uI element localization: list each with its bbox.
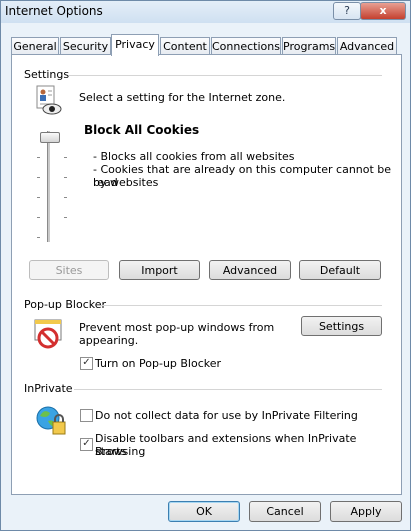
slider-tick bbox=[64, 197, 67, 198]
privacy-level-title: Block All Cookies bbox=[84, 123, 200, 137]
zone-prompt: Select a setting for the Internet zone. bbox=[79, 91, 286, 104]
tab-advanced[interactable]: Advanced bbox=[337, 37, 397, 55]
turn-on-popup-blocker-checkbox[interactable]: ✓ bbox=[80, 357, 93, 370]
slider-tick bbox=[64, 177, 67, 178]
tab-content[interactable]: Content bbox=[160, 37, 210, 55]
disable-toolbars-label-line: starts bbox=[95, 445, 127, 458]
apply-button[interactable]: Apply bbox=[330, 501, 402, 522]
ok-button[interactable]: OK bbox=[168, 501, 240, 522]
internet-zone-icon bbox=[35, 85, 63, 117]
slider-tick bbox=[37, 237, 40, 238]
popup-description-line: appearing. bbox=[79, 334, 139, 347]
slider-tick bbox=[37, 177, 40, 178]
tab-privacy[interactable]: Privacy bbox=[111, 34, 159, 56]
disable-toolbars-checkbox[interactable]: ✓ bbox=[80, 438, 93, 451]
tab-general[interactable]: General bbox=[11, 37, 59, 55]
popup-blocker-divider bbox=[101, 305, 382, 306]
privacy-slider-thumb[interactable] bbox=[40, 132, 60, 143]
disable-toolbars-label-line: Disable toolbars and extensions when InP… bbox=[95, 432, 357, 458]
settings-heading: Settings bbox=[24, 68, 70, 81]
no-collect-data-checkbox[interactable] bbox=[80, 409, 93, 422]
privacy-slider-track[interactable] bbox=[47, 131, 50, 242]
inprivate-divider bbox=[74, 389, 382, 390]
popup-settings-button[interactable]: Settings bbox=[301, 316, 382, 336]
title-bar[interactable]: Internet Options ? x bbox=[1, 1, 410, 23]
level-description-line: by websites bbox=[93, 176, 159, 189]
tab-connections[interactable]: Connections bbox=[211, 37, 281, 55]
inprivate-icon bbox=[34, 404, 68, 436]
slider-tick bbox=[37, 197, 40, 198]
tab-programs[interactable]: Programs bbox=[282, 37, 336, 55]
settings-divider bbox=[69, 75, 382, 76]
default-button[interactable]: Default bbox=[299, 260, 381, 280]
slider-tick bbox=[64, 217, 67, 218]
level-description-line: - Blocks all cookies from all websites bbox=[93, 150, 295, 163]
no-collect-data-label: Do not collect data for use by InPrivate… bbox=[95, 409, 358, 422]
import-button[interactable]: Import bbox=[119, 260, 200, 280]
help-button[interactable]: ? bbox=[333, 2, 361, 20]
slider-tick bbox=[37, 217, 40, 218]
popup-description-line: Prevent most pop-up windows from bbox=[79, 321, 275, 334]
window-title: Internet Options bbox=[5, 4, 103, 18]
advanced-button[interactable]: Advanced bbox=[209, 260, 291, 280]
popup-blocker-heading: Pop-up Blocker bbox=[24, 298, 107, 311]
inprivate-heading: InPrivate bbox=[24, 382, 73, 395]
tab-security[interactable]: Security bbox=[60, 37, 111, 55]
sites-button[interactable]: Sites bbox=[29, 260, 109, 280]
popup-blocker-icon bbox=[34, 317, 66, 349]
internet-options-dialog: Internet Options ? x General Security Pr… bbox=[0, 0, 411, 531]
cancel-button[interactable]: Cancel bbox=[249, 501, 321, 522]
slider-tick bbox=[64, 157, 67, 158]
turn-on-popup-blocker-label: Turn on Pop-up Blocker bbox=[95, 357, 222, 370]
close-button[interactable]: x bbox=[360, 2, 406, 20]
slider-tick bbox=[37, 157, 40, 158]
